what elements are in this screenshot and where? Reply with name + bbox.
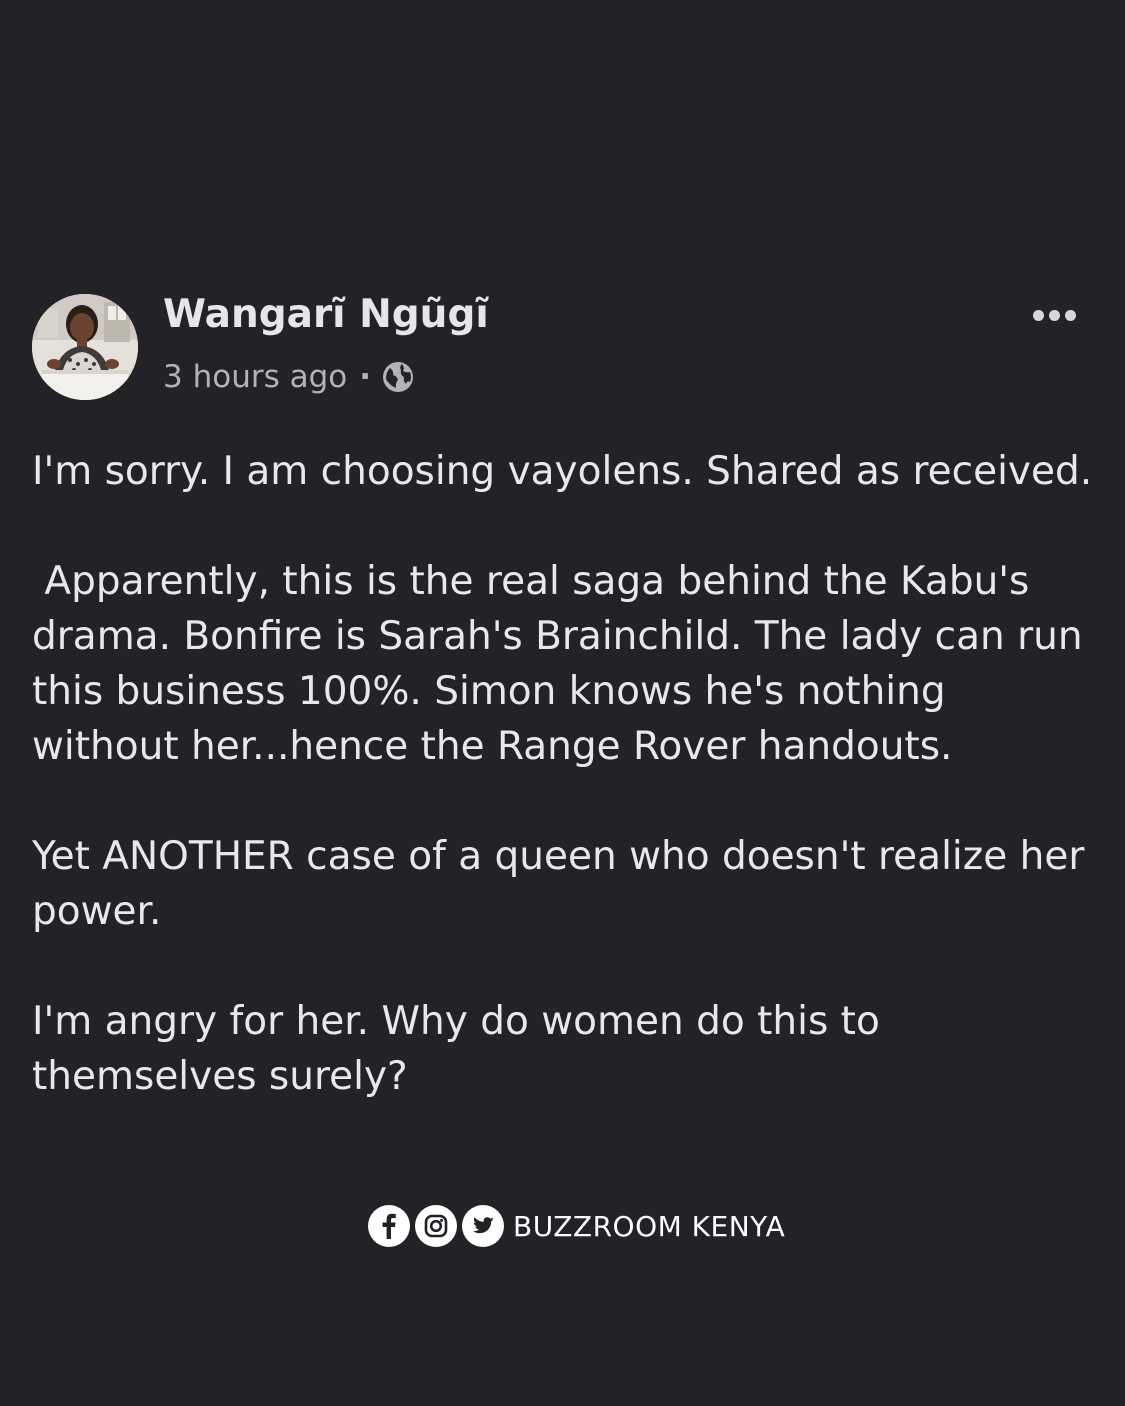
author-avatar[interactable] [32,294,138,400]
twitter-icon [462,1205,504,1247]
post-paragraph: Apparently, this is the real saga behind… [32,559,1095,769]
post-paragraph: I'm sorry. I am choosing vayolens. Share… [32,449,1093,494]
post-paragraph: Yet ANOTHER case of a queen who doesn't … [32,834,1085,934]
facebook-icon [368,1205,410,1247]
author-name[interactable]: Wangarĩ Ngũgĩ [163,292,489,337]
brand-footer: BUZZROOM KENYA [368,1204,785,1248]
instagram-icon [415,1205,457,1247]
meta-separator: · [359,359,372,395]
post-body: I'm sorry. I am choosing vayolens. Share… [32,444,1102,1104]
avatar-photo [32,294,138,400]
more-dot [1064,309,1076,321]
post-meta: 3 hours ago · [163,356,415,398]
more-options-button[interactable] [1024,298,1084,332]
more-dot [1032,309,1044,321]
more-dot [1048,309,1060,321]
brand-name: BUZZROOM KENYA [513,1209,786,1243]
post-paragraph: I'm angry for her. Why do women do this … [32,999,880,1099]
post-timestamp[interactable]: 3 hours ago [163,359,347,395]
facebook-post: Wangarĩ Ngũgĩ 3 hours ago · I'm sorry. I… [0,0,1125,1406]
globe-icon[interactable] [381,360,415,394]
